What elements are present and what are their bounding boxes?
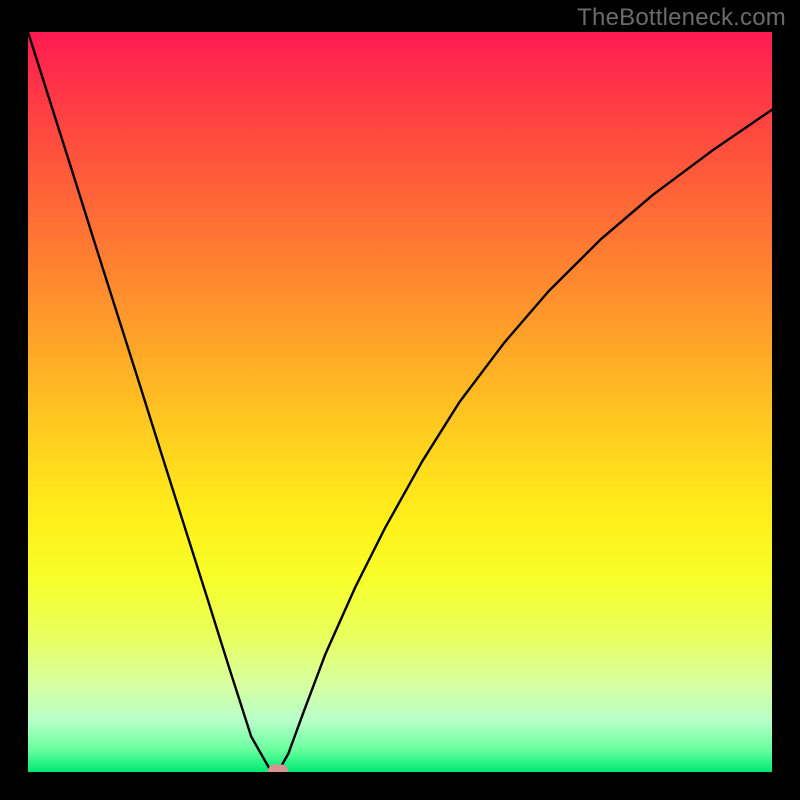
optimal-point-marker xyxy=(268,764,288,772)
chart-plot-area xyxy=(28,32,772,772)
bottleneck-curve xyxy=(28,32,772,772)
watermark-text: TheBottleneck.com xyxy=(577,4,786,32)
